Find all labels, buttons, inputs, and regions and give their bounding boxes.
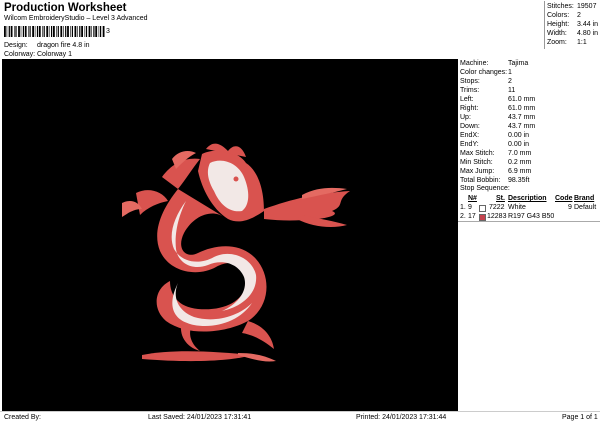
stitches-label: Stitches: [547,3,574,10]
page-number: Page 1 of 1 [562,414,598,421]
software-subtitle: Wilcom EmbroideryStudio – Level 3 Advanc… [4,15,148,22]
left-value: 61.0 mm [508,96,536,103]
height-value: 3.44 in [577,21,599,28]
min-stitch-label: Min Stitch: [460,159,493,166]
seq-row-description: White [508,204,526,211]
up-label: Up: [460,114,471,121]
seq-row-st: 12283 [487,213,507,220]
seq-header-n: N# [468,195,477,202]
stitches-value: 19507 [577,3,597,10]
right-value: 61.0 mm [508,105,536,112]
trims-value: 11 [508,87,516,94]
stop-sequence-title: Stop Sequence: [460,185,510,192]
zoom-value: 1:1 [577,39,587,46]
stops-value: 2 [508,78,512,85]
seq-row-n: 9 [468,204,472,211]
seq-header-description: Description [508,195,547,202]
max-jump-value: 6.9 mm [508,168,532,175]
trims-label: Trims: [460,87,480,94]
total-bobbin-value: 98.35ft [508,177,530,184]
max-stitch-label: Max Stitch: [460,150,495,157]
color-swatch-red [479,214,486,221]
down-label: Down: [460,123,480,130]
machine-value: Tajima [508,60,529,67]
seq-row-n: 17 [468,213,476,220]
machine-info-panel: Machine: Tajima Color changes: 1 Stops: … [458,59,600,411]
seq-row-index: 1. [460,204,466,211]
seq-header-code: Code [555,195,573,202]
max-stitch-value: 7.0 mm [508,150,532,157]
color-swatch-white [479,205,486,212]
down-value: 43.7 mm [508,123,536,130]
last-saved: Last Saved: 24/01/2023 17:31:41 [148,414,252,421]
endy-value: 0.00 in [508,141,530,148]
seq-row-description: R197 G43 B50 [508,213,555,220]
seq-row-st: 7222 [489,204,505,211]
machine-label: Machine: [460,60,489,67]
created-by: Created By: [4,414,41,421]
max-jump-label: Max Jump: [460,168,495,175]
design-preview [2,59,458,411]
dragon-artwork [122,143,350,362]
barcode-suffix: 3 [106,28,110,35]
design-label: Design: [4,42,28,49]
endy-label: EndY: [460,141,479,148]
color-changes-value: 1 [508,69,512,76]
total-bobbin-label: Total Bobbin: [460,177,501,184]
seq-row-index: 2. [460,213,466,220]
endx-value: 0.00 in [508,132,530,139]
left-label: Left: [460,96,474,103]
seq-header-brand: Brand [574,195,595,202]
colors-value: 2 [577,12,581,19]
up-value: 43.7 mm [508,114,536,121]
seq-row-brand: Default [574,204,597,211]
min-stitch-value: 0.2 mm [508,159,532,166]
zoom-label: Zoom: [547,39,567,46]
divider [458,221,600,222]
colorway-label: Colorway: [4,51,36,58]
color-changes-label: Color changes: [460,69,508,76]
colorway-value: Colorway 1 [37,51,73,58]
printed-date: Printed: 24/01/2023 17:31:44 [356,414,447,421]
design-value: dragon fire 4.8 in [37,42,90,49]
endx-label: EndX: [460,132,480,139]
right-label: Right: [460,105,479,112]
width-label: Width: [547,30,567,37]
seq-row-code: 9 [568,204,572,211]
seq-header-st: St. [496,195,505,202]
footer: Created By: Last Saved: 24/01/2023 17:31… [0,411,600,425]
height-label: Height: [547,21,570,28]
dragon-fire-design [122,143,350,362]
barcode [4,26,105,37]
width-value: 4.80 in [577,30,599,37]
colors-label: Colors: [547,12,570,19]
design-stats-panel: Stitches: 19507 Colors: 2 Height: 3.44 i… [544,1,600,49]
worksheet-title: Production Worksheet [4,2,127,14]
stops-label: Stops: [460,78,480,85]
